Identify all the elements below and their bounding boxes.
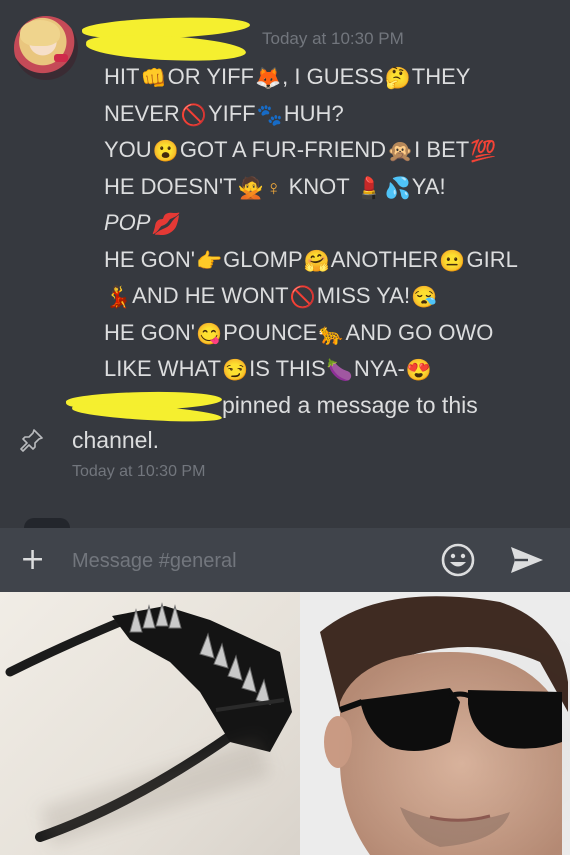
pin-icon [20,429,43,452]
chat-panel: Today at 10:30 PM HIT👊OR YIFF🦊, I GUESS🤔… [0,0,570,592]
line-text: LIKE WHAT [104,356,221,381]
pin-timestamp: Today at 10:30 PM [72,463,206,480]
message-line: 💃AND HE WONT🚫MISS YA!😪 [104,279,564,316]
gesturing-no-emoji: 🙅 [237,176,264,200]
monkey-emoji: 🙊 [387,140,414,163]
dancer-emoji: 💃 [105,286,132,309]
redaction-scribble [85,33,247,63]
line-text: YA! [411,173,446,199]
message-line: HIT👊OR YIFF🦊, I GUESS🤔THEY [104,60,564,97]
surprised-emoji: 😮 [152,140,179,163]
line-text: POP [104,210,151,235]
message-body: HIT👊OR YIFF🦊, I GUESS🤔THEY NEVER🚫YIFF🐾HU… [104,60,564,389]
line-text: HE GON' [104,246,195,272]
sleepy-face-emoji: 😪 [411,286,438,309]
fist-emoji: 👊 [140,67,167,90]
emoji-icon[interactable] [440,542,476,578]
paw-prints-emoji: 🐾 [256,103,283,127]
message-timestamp: Today at 10:30 PM [262,29,404,48]
thinking-emoji: 🤔 [384,67,411,90]
message-line: HE GON'👉GLOMP🤗ANOTHER😐GIRL [104,243,564,280]
line-text: NYA- [353,356,405,381]
line-text: HE GON' [104,319,195,345]
line-text: YIFF [207,100,256,126]
line-text: AND HE WONT [132,283,289,308]
message-line: HE GON'😋POUNCE🐆AND GO OWO [104,316,564,353]
line-text: THEY [411,64,471,89]
hugging-emoji: 🤗 [303,249,330,273]
photo-background [300,592,570,855]
avatar[interactable] [14,16,78,80]
message-input[interactable] [72,546,412,576]
pin-notice-channel: channel. [72,427,159,453]
line-text: IS THIS [249,356,326,381]
man-in-sunglasses-photo [300,592,570,855]
line-text: , I GUESS [282,64,384,89]
fox-emoji: 🦊 [255,67,282,90]
no-entry-emoji: 🚫 [180,103,207,127]
line-text: YOU [104,137,152,162]
kiss-mark-emoji: 💋 [151,213,178,236]
message-line: NEVER🚫YIFF🐾HUH? [104,97,564,134]
yum-face-emoji: 😋 [196,322,223,346]
message-line: YOU😮GOT A FUR-FRIEND🙊I BET💯 [104,133,564,170]
line-text: ANOTHER [330,246,439,272]
message-line: HE DOESN'T🙅♀ KNOT 💄💦YA! [104,170,564,207]
line-text: HE DOESN'T [104,173,237,199]
neutral-face-emoji: 😐 [439,249,466,273]
leopard-emoji: 🐆 [318,322,345,346]
line-text: I BET [414,137,470,162]
female-sign-emoji: ♀ [265,176,282,200]
line-text: A FUR-FRIEND [232,137,387,162]
line-text: MISS YA! [316,283,411,308]
lipstick-emoji: 💄 [356,176,383,200]
line-text: HIT [104,64,140,89]
pointing-right-emoji: 👉 [196,249,223,273]
avatar-ribbon [54,54,68,62]
send-icon[interactable] [508,544,546,576]
heart-eyes-emoji: 😍 [405,359,432,382]
line-text: KNOT [282,173,356,199]
next-message-avatar [24,518,70,528]
line-text: GLOMP [223,246,303,272]
message-line: POP💋 [104,206,564,243]
plus-icon[interactable]: + [20,545,45,575]
message-composer: + [0,528,570,592]
sweat-drops-emoji: 💦 [384,176,411,200]
spiked-sunglasses-photo [0,592,300,855]
smirk-emoji: 😏 [221,359,249,382]
eggplant-emoji: 🍆 [326,359,353,382]
line-text: AND GO OWO [345,319,494,345]
line-text: OR YIFF [167,64,254,89]
line-text: HUH? [283,100,344,126]
hundred-emoji: 💯 [470,140,497,163]
no-entry-emoji: 🚫 [289,286,316,309]
avatar-hair [20,20,60,46]
line-text: NEVER [104,100,180,126]
line-text: GOT [179,137,228,162]
line-text: POUNCE [223,319,318,345]
pin-notice-text: pinned a message to this [222,392,478,418]
message-line: LIKE WHAT😏IS THIS🍆NYA-😍 [104,352,564,389]
line-text: GIRL [466,246,518,272]
